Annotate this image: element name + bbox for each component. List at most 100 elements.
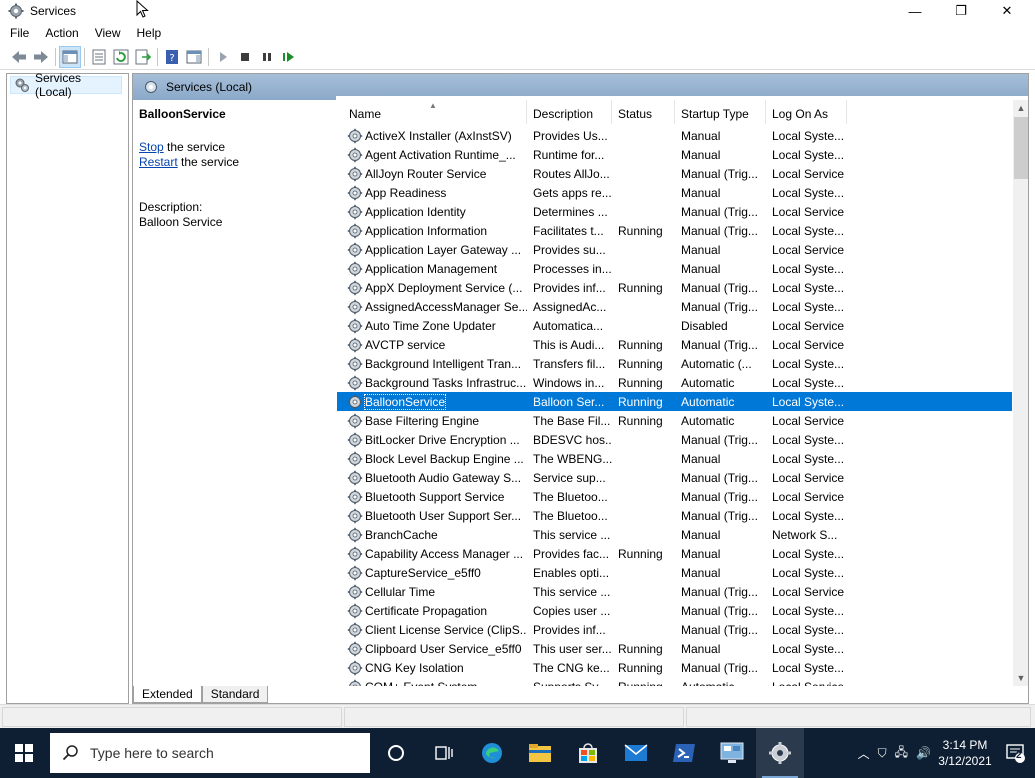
- service-row[interactable]: Client License Service (ClipS... Provides…: [337, 620, 1012, 639]
- windows-logo-icon: [15, 744, 33, 762]
- stop-service-icon[interactable]: [234, 46, 256, 68]
- forward-icon[interactable]: [30, 46, 52, 68]
- taskbar-search-box[interactable]: Type here to search: [50, 733, 370, 773]
- menu-view[interactable]: View: [87, 26, 129, 40]
- service-row[interactable]: Base Filtering Engine The Base Fil... Runn…: [337, 411, 1012, 430]
- taskbar-edge[interactable]: [468, 728, 516, 778]
- service-row[interactable]: CaptureService_e5ff0 Enables opti... Manua…: [337, 563, 1012, 582]
- start-button[interactable]: [0, 728, 48, 778]
- service-name-cell: Client License Service (ClipS...: [337, 622, 527, 638]
- export-list-icon[interactable]: [132, 46, 154, 68]
- volume-icon[interactable]: 🔊: [912, 746, 935, 760]
- service-row[interactable]: Bluetooth Audio Gateway S... Service sup.…: [337, 468, 1012, 487]
- service-name-cell: BranchCache: [337, 527, 527, 543]
- column-header-log-on-as[interactable]: Log On As: [766, 100, 847, 124]
- network-icon[interactable]: 🖧: [891, 743, 912, 764]
- toolbar: ?: [0, 44, 1035, 70]
- scroll-up-icon[interactable]: ▲: [1013, 100, 1028, 116]
- service-row[interactable]: Capability Access Manager ... Provides fa…: [337, 544, 1012, 563]
- service-row[interactable]: AllJoyn Router Service Routes AllJo... Man…: [337, 164, 1012, 183]
- service-row[interactable]: CNG Key Isolation The CNG ke... Running Man…: [337, 658, 1012, 677]
- service-row[interactable]: Cellular Time This service ... Manual (Tri…: [337, 582, 1012, 601]
- properties-icon[interactable]: [88, 46, 110, 68]
- taskbar-control-panel[interactable]: [708, 728, 756, 778]
- defender-shield-icon[interactable]: ⛉: [874, 746, 891, 761]
- refresh-icon[interactable]: [110, 46, 132, 68]
- service-row[interactable]: Certificate Propagation Copies user ... Ma…: [337, 601, 1012, 620]
- back-icon[interactable]: [8, 46, 30, 68]
- column-header-description[interactable]: Description: [527, 100, 612, 124]
- restart-service-link[interactable]: Restart: [139, 155, 178, 169]
- service-startup-type: Manual (Trig...: [681, 204, 758, 219]
- maximize-button[interactable]: ❐: [938, 0, 984, 22]
- service-row[interactable]: Application Information Facilitates t... R…: [337, 221, 1012, 240]
- menu-action[interactable]: Action: [37, 26, 86, 40]
- tree-node-services-local[interactable]: Services (Local): [10, 71, 122, 99]
- restart-service-icon[interactable]: [278, 46, 300, 68]
- service-row[interactable]: Bluetooth User Support Ser... The Bluetoo…: [337, 506, 1012, 525]
- service-log-on-as: Local Syste...: [772, 508, 845, 523]
- column-header-status[interactable]: Status: [612, 100, 675, 124]
- menu-file[interactable]: File: [0, 26, 37, 40]
- service-name-cell: Application Information: [337, 223, 527, 239]
- task-view-button[interactable]: [420, 728, 468, 778]
- scroll-thumb[interactable]: [1014, 117, 1028, 179]
- service-row[interactable]: BranchCache This service ... Manual Network…: [337, 525, 1012, 544]
- service-gear-icon: [347, 622, 363, 637]
- service-gear-icon: [347, 223, 363, 238]
- service-row[interactable]: Background Tasks Infrastruc... Windows in…: [337, 373, 1012, 392]
- service-row[interactable]: AVCTP service This is Audi... Running Manua…: [337, 335, 1012, 354]
- service-row[interactable]: Clipboard User Service_e5ff0 This user se…: [337, 639, 1012, 658]
- store-bag-icon: [579, 743, 597, 763]
- service-row[interactable]: ActiveX Installer (AxInstSV) Provides Us.…: [337, 126, 1012, 145]
- vertical-scrollbar[interactable]: ▲ ▼: [1013, 100, 1028, 686]
- service-name-cell: ActiveX Installer (AxInstSV): [337, 128, 527, 144]
- taskbar-store[interactable]: [564, 728, 612, 778]
- service-row[interactable]: Agent Activation Runtime_... Runtime for.…: [337, 145, 1012, 164]
- taskbar-clock[interactable]: 3:14 PM 3/12/2021: [935, 737, 995, 769]
- pause-service-icon[interactable]: [256, 46, 278, 68]
- service-row[interactable]: BalloonService Balloon Ser... Running Autom…: [337, 392, 1012, 411]
- service-row[interactable]: Bluetooth Support Service The Bluetoo... M…: [337, 487, 1012, 506]
- service-startup-type: Manual (Trig...: [681, 223, 758, 238]
- cortana-button[interactable]: [372, 728, 420, 778]
- stop-service-link[interactable]: Stop: [139, 140, 164, 154]
- service-description: The CNG ke...: [533, 660, 610, 675]
- service-row[interactable]: Application Layer Gateway ... Provides su…: [337, 240, 1012, 259]
- close-button[interactable]: ✕: [984, 0, 1030, 22]
- scroll-down-icon[interactable]: ▼: [1013, 670, 1028, 686]
- service-row[interactable]: App Readiness Gets apps re... Manual Local …: [337, 183, 1012, 202]
- show-hide-console-tree-icon[interactable]: [59, 45, 81, 68]
- column-header-name[interactable]: Name ▲: [337, 100, 527, 124]
- service-row[interactable]: BitLocker Drive Encryption ... BDESVC hos…: [337, 430, 1012, 449]
- tab-standard[interactable]: Standard: [201, 686, 269, 703]
- service-row[interactable]: Auto Time Zone Updater Automatica... Disab…: [337, 316, 1012, 335]
- service-name-cell: Background Tasks Infrastruc...: [337, 375, 527, 391]
- tab-extended[interactable]: Extended: [133, 686, 202, 703]
- help-icon[interactable]: ?: [161, 46, 183, 68]
- menu-help[interactable]: Help: [129, 26, 170, 40]
- service-name: AppX Deployment Service (...: [365, 280, 523, 295]
- service-name-cell: CNG Key Isolation: [337, 660, 527, 676]
- service-row[interactable]: COM+ Event SystemSupports Sy...RunningAu…: [337, 677, 1012, 686]
- taskbar-services[interactable]: [756, 728, 804, 778]
- service-startup-type: Manual: [681, 546, 721, 561]
- service-gear-icon: [347, 451, 363, 466]
- taskbar-powershell[interactable]: [660, 728, 708, 778]
- action-pane-icon[interactable]: [183, 46, 205, 68]
- service-name: Background Tasks Infrastruc...: [365, 375, 527, 390]
- service-row[interactable]: Background Intelligent Tran... Transfers …: [337, 354, 1012, 373]
- service-row[interactable]: AppX Deployment Service (... Provides inf…: [337, 278, 1012, 297]
- column-header-startup-type[interactable]: Startup Type: [675, 100, 766, 124]
- console-tree: Services (Local): [6, 71, 129, 704]
- chevron-up-icon[interactable]: ︿: [854, 745, 874, 762]
- taskbar-file-explorer[interactable]: [516, 728, 564, 778]
- service-row[interactable]: Application Management Processes in... Man…: [337, 259, 1012, 278]
- minimize-button[interactable]: —: [892, 0, 938, 22]
- service-row[interactable]: Application Identity Determines ... Manual…: [337, 202, 1012, 221]
- taskbar-mail[interactable]: [612, 728, 660, 778]
- service-row[interactable]: AssignedAccessManager Se... AssignedAc...…: [337, 297, 1012, 316]
- service-row[interactable]: Block Level Backup Engine ... The WBENG..…: [337, 449, 1012, 468]
- action-center-button[interactable]: 2: [995, 728, 1035, 778]
- start-service-icon[interactable]: [212, 46, 234, 68]
